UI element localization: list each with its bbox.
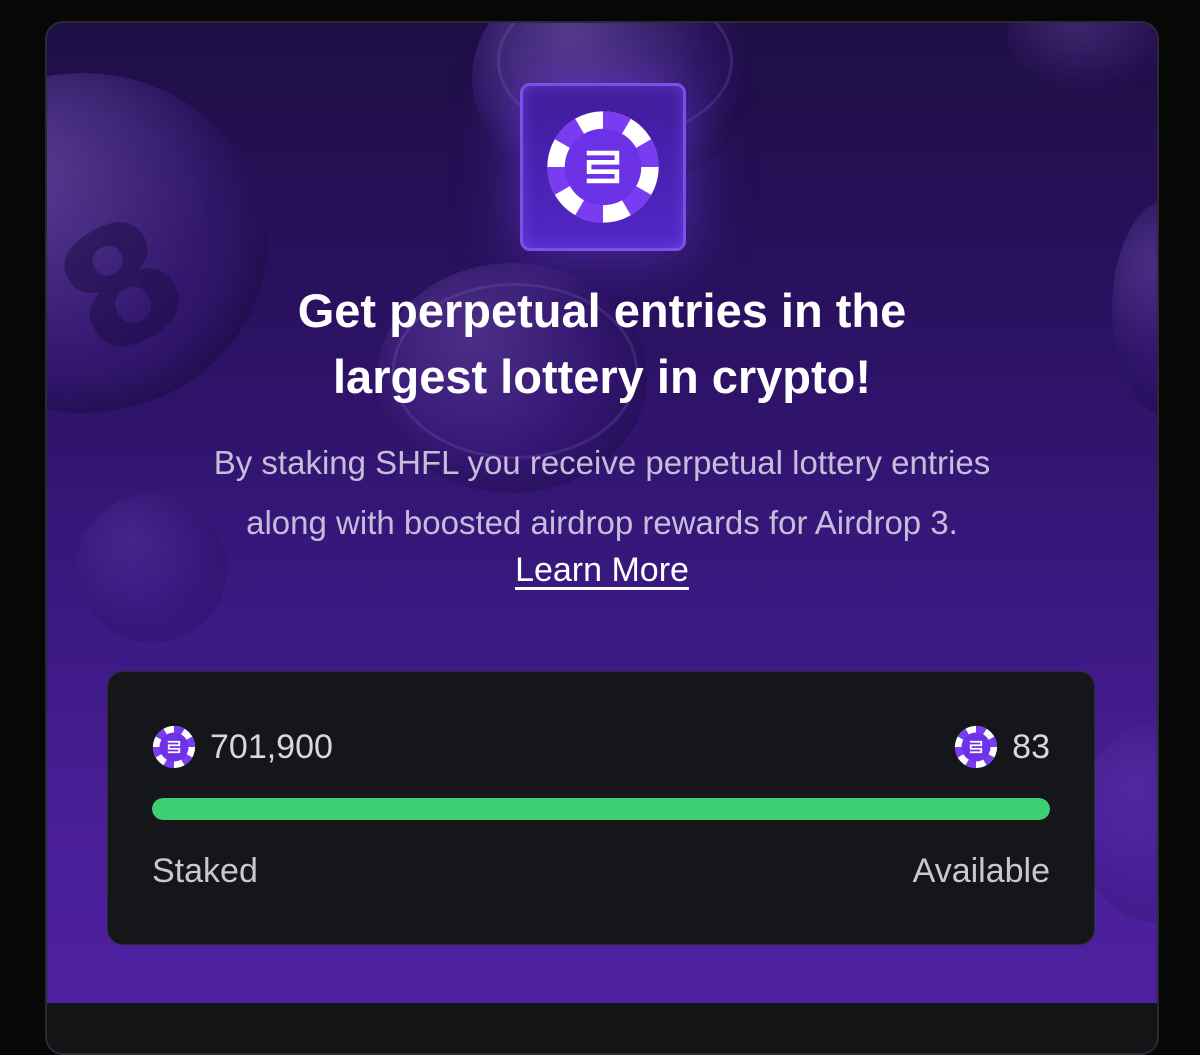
headline-line: largest lottery in crypto! bbox=[333, 350, 871, 403]
headline-line: Get perpetual entries in the bbox=[297, 284, 907, 337]
staked-label: Staked bbox=[152, 852, 258, 890]
hero-headline: Get perpetual entries in the largest lot… bbox=[47, 278, 1157, 410]
amounts-row: 701,900 83 bbox=[152, 722, 1050, 772]
learn-more-wrapper: Learn More bbox=[47, 551, 1157, 590]
learn-more-link[interactable]: Learn More bbox=[515, 551, 689, 589]
staking-card: 8 Get perpetual entries in the largest l… bbox=[45, 21, 1159, 1055]
footer-strip bbox=[47, 1003, 1157, 1053]
available-amount-value: 83 bbox=[1012, 727, 1050, 766]
available-label: Available bbox=[912, 852, 1050, 890]
description-line: along with boosted airdrop rewards for A… bbox=[246, 504, 958, 541]
lottery-ball-decoration bbox=[1007, 23, 1157, 93]
staking-progress-bar bbox=[152, 798, 1050, 820]
shfl-chip-icon bbox=[547, 111, 659, 223]
staked-amount-value: 701,900 bbox=[210, 727, 333, 766]
shfl-chip-icon bbox=[152, 725, 196, 769]
hero-description: By staking SHFL you receive perpetual lo… bbox=[47, 433, 1157, 553]
shfl-logo-tile bbox=[520, 83, 686, 251]
shfl-chip-icon bbox=[955, 725, 998, 769]
available-amount: 83 bbox=[954, 725, 1050, 769]
staked-amount: 701,900 bbox=[152, 725, 333, 769]
labels-row: Staked Available bbox=[152, 852, 1050, 891]
description-line: By staking SHFL you receive perpetual lo… bbox=[213, 444, 991, 481]
staking-panel: 701,900 83 Staked Available bbox=[107, 671, 1095, 945]
staking-progress-fill bbox=[152, 798, 1050, 820]
